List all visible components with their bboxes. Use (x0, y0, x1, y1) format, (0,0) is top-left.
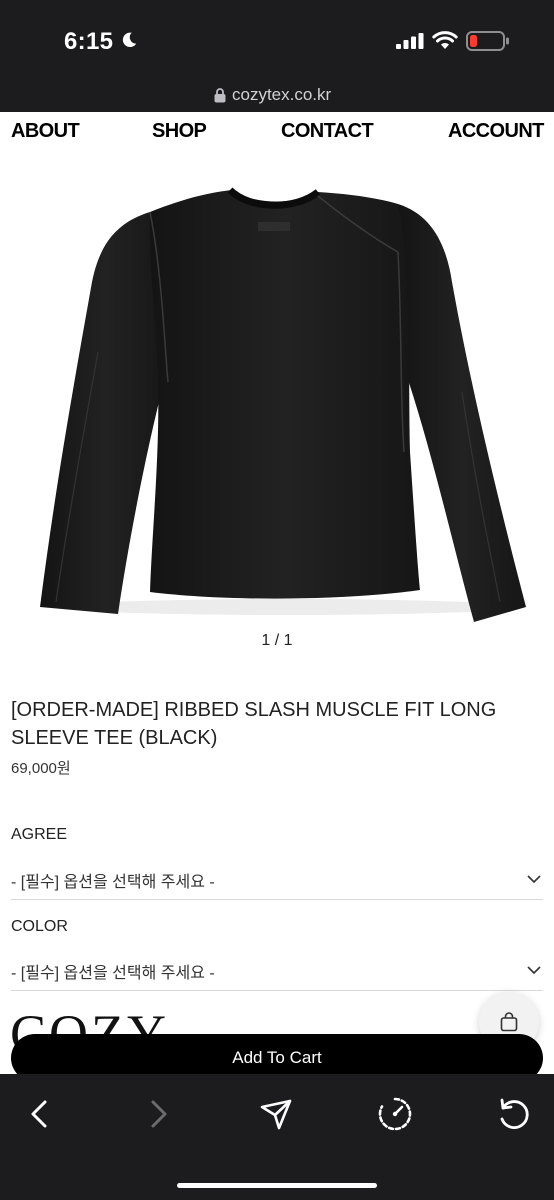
option-label-color: COLOR (11, 918, 68, 935)
battery-low-icon (466, 31, 509, 51)
option-label-agree: AGREE (11, 826, 68, 843)
address-bar[interactable]: cozytex.co.kr (0, 80, 554, 112)
reload-icon[interactable] (494, 1094, 534, 1134)
back-arrow-icon[interactable] (20, 1094, 60, 1134)
signal-icon (396, 33, 424, 49)
agree-select[interactable]: - [필수] 옵션을 선택해 주세요 - (11, 860, 543, 900)
chevron-down-icon (527, 966, 541, 975)
moon-icon (122, 32, 137, 48)
shopping-bag-icon (500, 1012, 518, 1032)
add-to-cart-button[interactable]: Add To Cart (11, 1034, 543, 1074)
speedometer-icon[interactable] (375, 1094, 415, 1134)
agree-select-value: - [필수] 옵션을 선택해 주세요 - (11, 874, 215, 891)
home-indicator[interactable] (177, 1183, 377, 1188)
web-page: ABOUT SHOP CONTACT ACCOUNT 1 / 1 [ORDER-… (0, 112, 554, 1074)
share-icon[interactable] (256, 1094, 296, 1134)
product-image[interactable] (0, 152, 554, 622)
chevron-down-icon (527, 875, 541, 884)
nav-account-link[interactable]: ACCOUNT (448, 120, 544, 143)
color-select[interactable]: - [필수] 옵션을 선택해 주세요 - (11, 951, 543, 991)
product-price: 69,000원 (11, 760, 71, 777)
color-select-value: - [필수] 옵션을 선택해 주세요 - (11, 965, 215, 982)
wifi-icon (432, 31, 458, 49)
lock-icon (214, 87, 226, 102)
status-time: 6:15 (64, 28, 114, 55)
top-nav: ABOUT SHOP CONTACT ACCOUNT (0, 120, 554, 150)
nav-contact-link[interactable]: CONTACT (281, 120, 374, 143)
product-title: [ORDER-MADE] RIBBED SLASH MUSCLE FIT LON… (11, 699, 497, 749)
nav-about-link[interactable]: ABOUT (11, 120, 80, 143)
status-bar: 6:15 (0, 0, 554, 80)
browser-toolbar (0, 1074, 554, 1200)
forward-arrow-icon[interactable] (138, 1094, 178, 1134)
url-text: cozytex.co.kr (232, 85, 332, 104)
nav-shop-link[interactable]: SHOP (152, 120, 207, 143)
image-counter: 1 / 1 (261, 632, 293, 649)
